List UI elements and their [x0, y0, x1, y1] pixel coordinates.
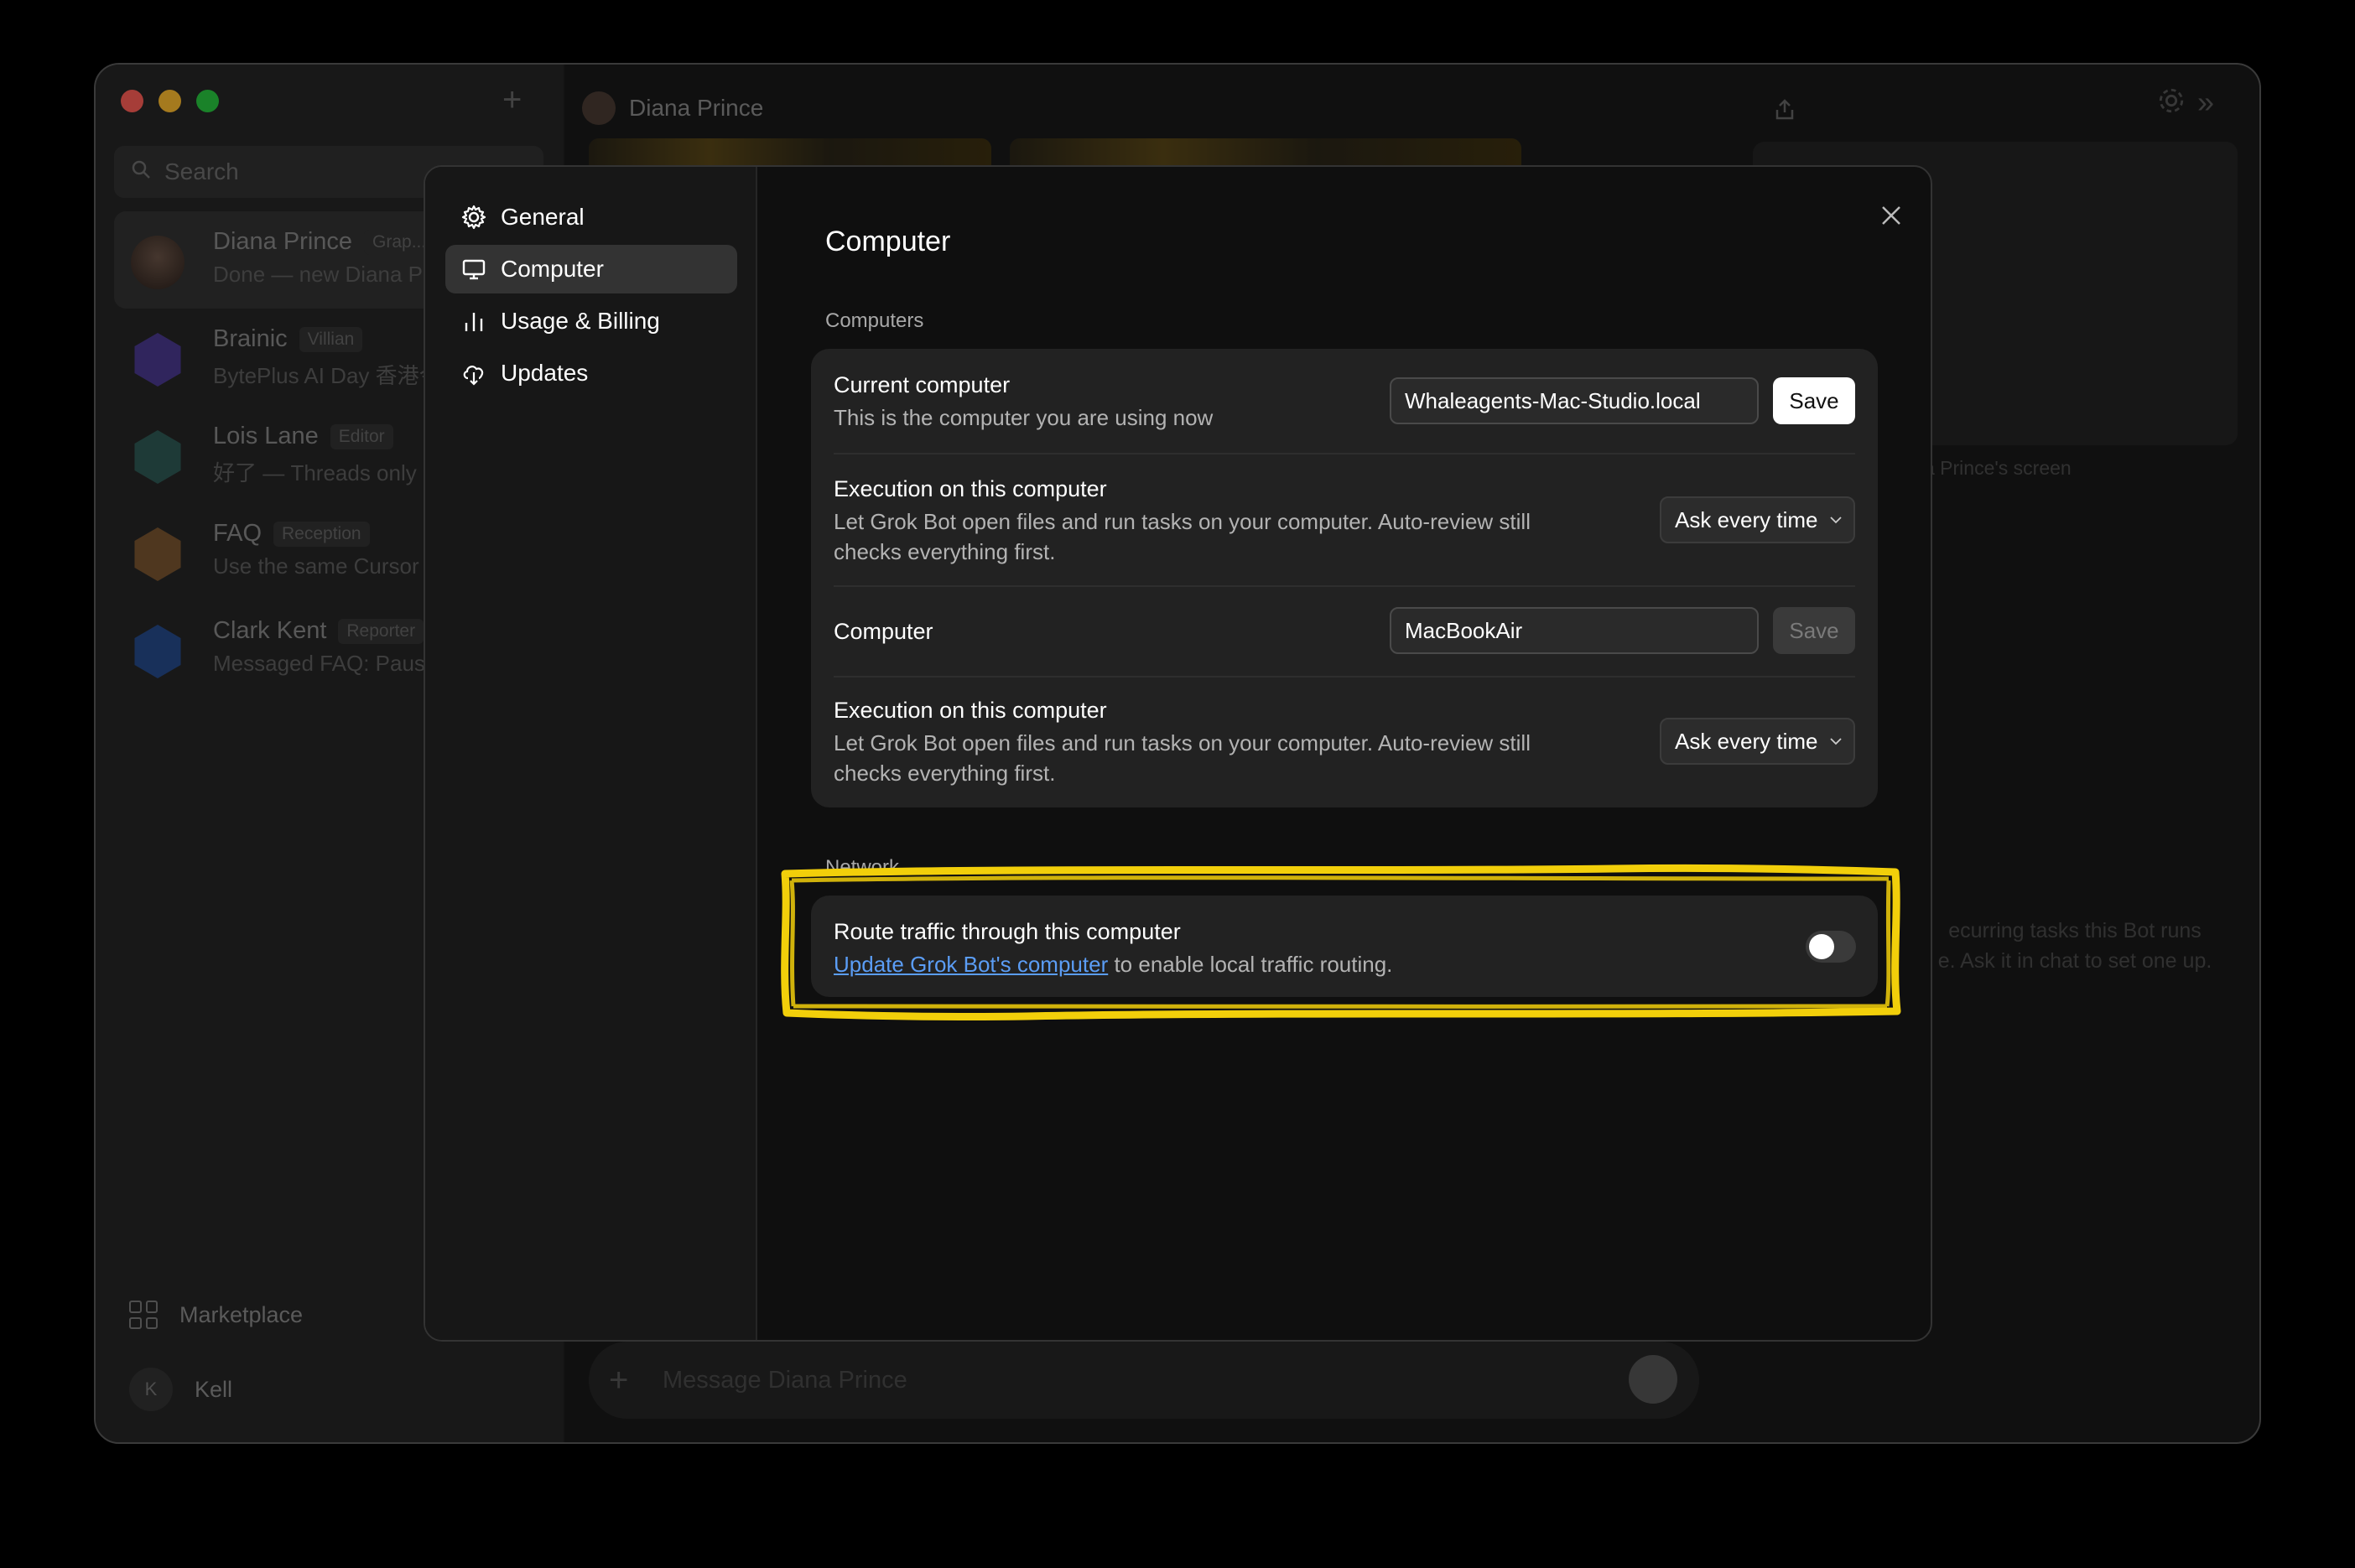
row-title: Route traffic through this computer [834, 919, 1181, 944]
row-title: Computer [834, 619, 933, 644]
save-button[interactable]: Save [1773, 377, 1855, 424]
select-value: Ask every time [1675, 506, 1818, 532]
nav-label: Usage & Billing [501, 308, 660, 334]
row-desc-rest: to enable local traffic routing. [1108, 952, 1393, 977]
row-title: Execution on this computer [834, 698, 1107, 723]
chevron-down-icon [1830, 517, 1842, 524]
cloud-download-icon [463, 366, 484, 386]
row-title: Current computer [834, 372, 1011, 397]
row-desc: Let Grok Bot open files and run tasks on… [834, 509, 1531, 564]
select-value: Ask every time [1675, 728, 1818, 754]
network-section-label: Network [825, 856, 900, 879]
computers-card: Current computer This is the computer yo… [811, 349, 1878, 807]
execution-row: Execution on this computer Let Grok Bot … [811, 454, 1878, 585]
settings-modal: General Computer Usage & Billing Updates… [424, 165, 1932, 1342]
toggle-knob [1809, 934, 1834, 959]
network-card: Route traffic through this computer Upda… [811, 896, 1878, 997]
execution-mode-select[interactable]: Ask every time [1660, 496, 1855, 543]
route-traffic-toggle[interactable] [1806, 931, 1856, 963]
nav-label: Computer [501, 256, 604, 282]
row-title: Execution on this computer [834, 476, 1107, 501]
bar-chart-icon [465, 313, 483, 331]
row-desc: Let Grok Bot open files and run tasks on… [834, 730, 1531, 786]
nav-label: Updates [501, 360, 589, 386]
update-computer-link[interactable]: Update Grok Bot's computer [834, 952, 1108, 977]
execution-mode-select[interactable]: Ask every time [1660, 718, 1855, 765]
close-icon[interactable] [1874, 199, 1908, 232]
computers-section-label: Computers [825, 309, 924, 332]
nav-label: General [501, 204, 585, 230]
nav-item-computer[interactable]: Computer [445, 245, 737, 293]
execution-row: Execution on this computer Let Grok Bot … [811, 678, 1878, 807]
row-desc: This is the computer you are using now [834, 405, 1214, 430]
current-computer-name-field[interactable]: Whaleagents-Mac-Studio.local [1390, 377, 1759, 424]
save-button[interactable]: Save [1773, 607, 1855, 654]
chevron-down-icon [1830, 738, 1842, 745]
nav-item-usage-billing[interactable]: Usage & Billing [445, 297, 737, 345]
nav-item-general[interactable]: General [445, 193, 737, 241]
gear-icon [461, 205, 486, 230]
settings-title: Computer [825, 226, 951, 257]
nav-item-updates[interactable]: Updates [445, 349, 737, 397]
current-computer-row: Current computer This is the computer yo… [811, 349, 1878, 453]
computer-name-field[interactable]: MacBookAir [1390, 607, 1759, 654]
monitor-icon [462, 259, 486, 280]
computer-row: Computer MacBookAir Save [811, 587, 1878, 676]
settings-nav: General Computer Usage & Billing Updates [425, 167, 757, 1340]
row-desc: Update Grok Bot's computer to enable loc… [834, 949, 1392, 979]
